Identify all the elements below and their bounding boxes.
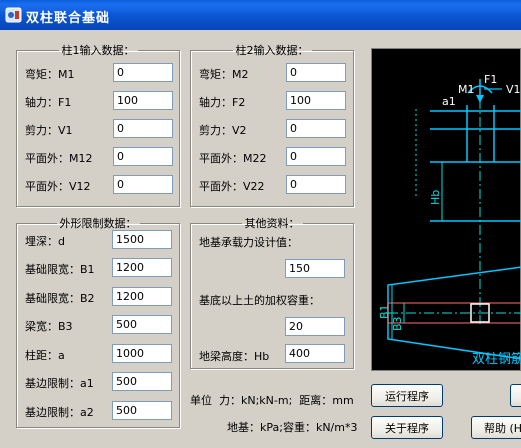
shape-label-a2: 基边限制：a2 <box>25 406 94 419</box>
col2-label-m22: 平面外：M22 <box>199 152 267 165</box>
units-line-force: 单位 力：kN;kN-m; 距离：mm <box>190 394 354 407</box>
dialog-client-area: 柱1输入数据： 柱2输入数据： 外形限制数据： 其他资料： 弯矩：M1 轴力：F… <box>0 30 521 448</box>
bearing-capacity-input[interactable] <box>285 259 345 278</box>
shape-row-a2: 基边限制：a2 <box>25 401 175 420</box>
shape-input-d[interactable] <box>112 230 172 249</box>
title-bar: 双柱联合基础 <box>0 0 521 30</box>
col2-row-f2: 轴力：F2 <box>199 91 349 110</box>
col2-input-m2[interactable] <box>286 63 346 82</box>
shape-input-a[interactable] <box>112 344 172 363</box>
col1-label-m1: 弯矩：M1 <box>25 68 75 81</box>
shape-row-b1: 基础限宽：B1 <box>25 258 175 277</box>
col2-row-v22: 平面外：V22 <box>199 175 349 194</box>
units-line-ground: 地基：kPa;容重：kN/m*3 <box>227 421 358 434</box>
shape-label-b3: 梁宽：B3 <box>25 320 73 333</box>
col2-input-m22[interactable] <box>286 147 346 166</box>
shape-label-b1: 基础限宽：B1 <box>25 263 95 276</box>
col1-row-f1: 轴力：F1 <box>25 91 175 110</box>
f1-label: F1 <box>484 73 497 86</box>
b3-label: B3 <box>391 316 404 331</box>
shape-legend: 外形限制数据： <box>59 217 137 230</box>
col1-label-f1: 轴力：F1 <box>25 96 72 109</box>
col1-input-m1[interactable] <box>113 63 173 82</box>
soil-unit-weight-input[interactable] <box>285 317 345 336</box>
hb-label: Hb <box>429 190 442 205</box>
soil-unit-weight-label: 基底以上土的加权容重： <box>199 294 320 307</box>
shape-input-a2[interactable] <box>112 401 172 420</box>
col1-label-m12: 平面外：M12 <box>25 152 93 165</box>
col2-input-f2[interactable] <box>286 91 346 110</box>
shape-row-d: 埋深：d <box>25 230 175 249</box>
other-legend: 其他资料： <box>244 217 300 230</box>
shape-input-b1[interactable] <box>112 258 172 277</box>
col2-label-m2: 弯矩：M2 <box>199 68 249 81</box>
shape-label-d: 埋深：d <box>25 235 65 248</box>
shape-input-b2[interactable] <box>112 287 172 306</box>
col1-row-m1: 弯矩：M1 <box>25 63 175 82</box>
v1-label: V1 <box>506 83 521 96</box>
col1-row-m12: 平面外：M12 <box>25 147 175 166</box>
col2-label-v2: 剪力：V2 <box>199 124 247 137</box>
shape-input-a1[interactable] <box>112 372 172 391</box>
col2-row-m2: 弯矩：M2 <box>199 63 349 82</box>
col2-legend: 柱2输入数据： <box>235 44 309 57</box>
bearing-capacity-label: 地基承载力设计值： <box>199 236 298 249</box>
app-icon <box>5 7 22 23</box>
col2-row-m22: 平面外：M22 <box>199 147 349 166</box>
shape-row-b2: 基础限宽：B2 <box>25 287 175 306</box>
m1-label: M1 <box>458 83 475 96</box>
col1-input-f1[interactable] <box>113 91 173 110</box>
col1-label-v1: 剪力：V1 <box>25 124 73 137</box>
col1-legend: 柱1输入数据： <box>61 44 135 57</box>
col1-input-v1[interactable] <box>113 119 173 138</box>
col2-row-v2: 剪力：V2 <box>199 119 349 138</box>
beam-height-input[interactable] <box>285 344 345 363</box>
shape-row-b3: 梁宽：B3 <box>25 315 175 334</box>
foundation-drawing-preview: Hb M1 F1 V1 a1 B1 B3 双柱钢筋 <box>371 48 521 371</box>
extra-button[interactable] <box>510 384 521 407</box>
col2-input-v22[interactable] <box>286 175 346 194</box>
axial-force-arrowhead <box>476 95 484 103</box>
about-program-button[interactable]: 关于程序 <box>371 416 443 439</box>
col2-label-f2: 轴力：F2 <box>199 96 246 109</box>
shape-label-a1: 基边限制：a1 <box>25 377 94 390</box>
shape-label-b2: 基础限宽：B2 <box>25 292 95 305</box>
shape-input-b3[interactable] <box>112 315 172 334</box>
shape-row-a: 柱距：a <box>25 344 175 363</box>
shape-label-a: 柱距：a <box>25 349 65 362</box>
col1-row-v1: 剪力：V1 <box>25 119 175 138</box>
b1-label: B1 <box>378 304 391 319</box>
window-title: 双柱联合基础 <box>26 11 111 26</box>
col1-row-v12: 平面外：V12 <box>25 175 175 194</box>
col1-label-v12: 平面外：V12 <box>25 180 91 193</box>
col1-input-v12[interactable] <box>113 175 173 194</box>
help-button[interactable]: 帮助 (H) <box>471 416 521 439</box>
foundation-diagram: Hb M1 F1 V1 a1 B1 B3 双柱钢筋 <box>378 73 521 367</box>
col2-input-v2[interactable] <box>286 119 346 138</box>
drawing-caption: 双柱钢筋 <box>472 351 521 367</box>
col2-label-v22: 平面外：V22 <box>199 180 265 193</box>
beam-height-label: 地梁高度：Hb <box>199 350 270 363</box>
a1-label: a1 <box>442 95 456 108</box>
run-program-button[interactable]: 运行程序 <box>371 384 443 407</box>
col1-input-m12[interactable] <box>113 147 173 166</box>
shape-row-a1: 基边限制：a1 <box>25 372 175 391</box>
